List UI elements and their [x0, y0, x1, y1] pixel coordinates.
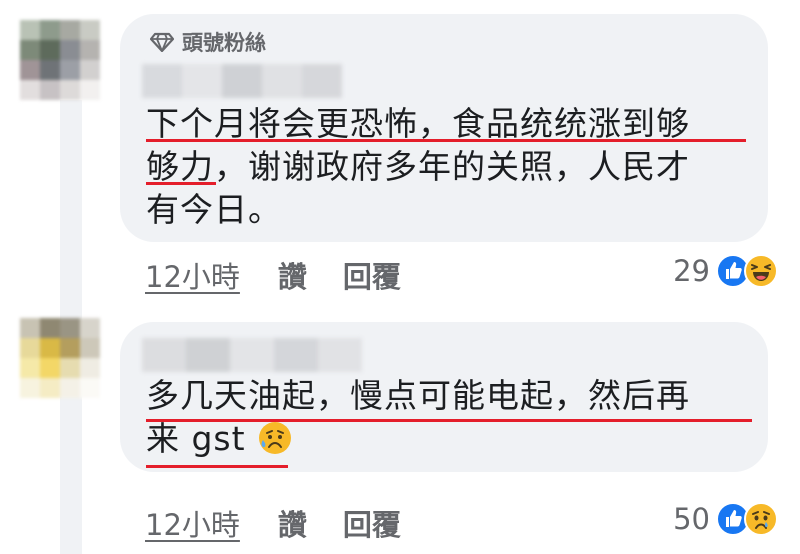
like-button[interactable]: 讚 [278, 502, 307, 544]
reply-button[interactable]: 回覆 [343, 502, 401, 544]
timestamp-link[interactable]: 12小時 [145, 502, 240, 544]
sad-sweat-emoji [257, 420, 293, 466]
reaction-summary[interactable]: 29 [673, 254, 778, 288]
highlight-underline [146, 182, 216, 185]
reaction-count: 29 [673, 254, 710, 288]
reaction-count: 50 [673, 502, 710, 536]
commenter-name[interactable] [142, 338, 362, 372]
timestamp-link[interactable]: 12小時 [145, 254, 240, 296]
highlight-underline [146, 465, 288, 468]
comment-line: 多几天油起，慢点可能电起，然后再 [146, 376, 690, 415]
comment-text: 下个月将会更恐怖，食品统统涨到够 够力，谢谢政府多年的关照，人民才 有今日。 [146, 102, 756, 231]
avatar[interactable] [20, 318, 100, 398]
highlight-underline [146, 419, 752, 422]
haha-icon [744, 254, 778, 288]
avatar[interactable] [20, 20, 100, 100]
reaction-summary[interactable]: 50 [673, 502, 778, 536]
top-fan-badge[interactable]: 頭號粉絲 [150, 27, 266, 57]
comment-line: 够力，谢谢政府多年的关照，人民才 [146, 147, 690, 186]
diamond-icon [150, 32, 174, 52]
commenter-name[interactable] [142, 64, 342, 98]
comment-line: 有今日。 [146, 190, 282, 229]
comment-bubble: 多几天油起，慢点可能电起，然后再 来 gst [120, 322, 768, 472]
like-button[interactable]: 讚 [278, 254, 307, 296]
badge-label: 頭號粉絲 [182, 31, 266, 55]
comment-actions: 12小時 讚 回覆 [145, 502, 401, 544]
sad-icon [744, 502, 778, 536]
comment-line: 来 gst [146, 419, 246, 458]
comment-actions: 12小時 讚 回覆 [145, 254, 401, 296]
comment-bubble: 頭號粉絲 下个月将会更恐怖，食品统统涨到够 够力，谢谢政府多年的关照，人民才 有… [120, 14, 768, 242]
highlight-underline [146, 139, 746, 142]
reply-button[interactable]: 回覆 [343, 254, 401, 296]
comment-line: 下个月将会更恐怖，食品统统涨到够 [146, 104, 690, 143]
